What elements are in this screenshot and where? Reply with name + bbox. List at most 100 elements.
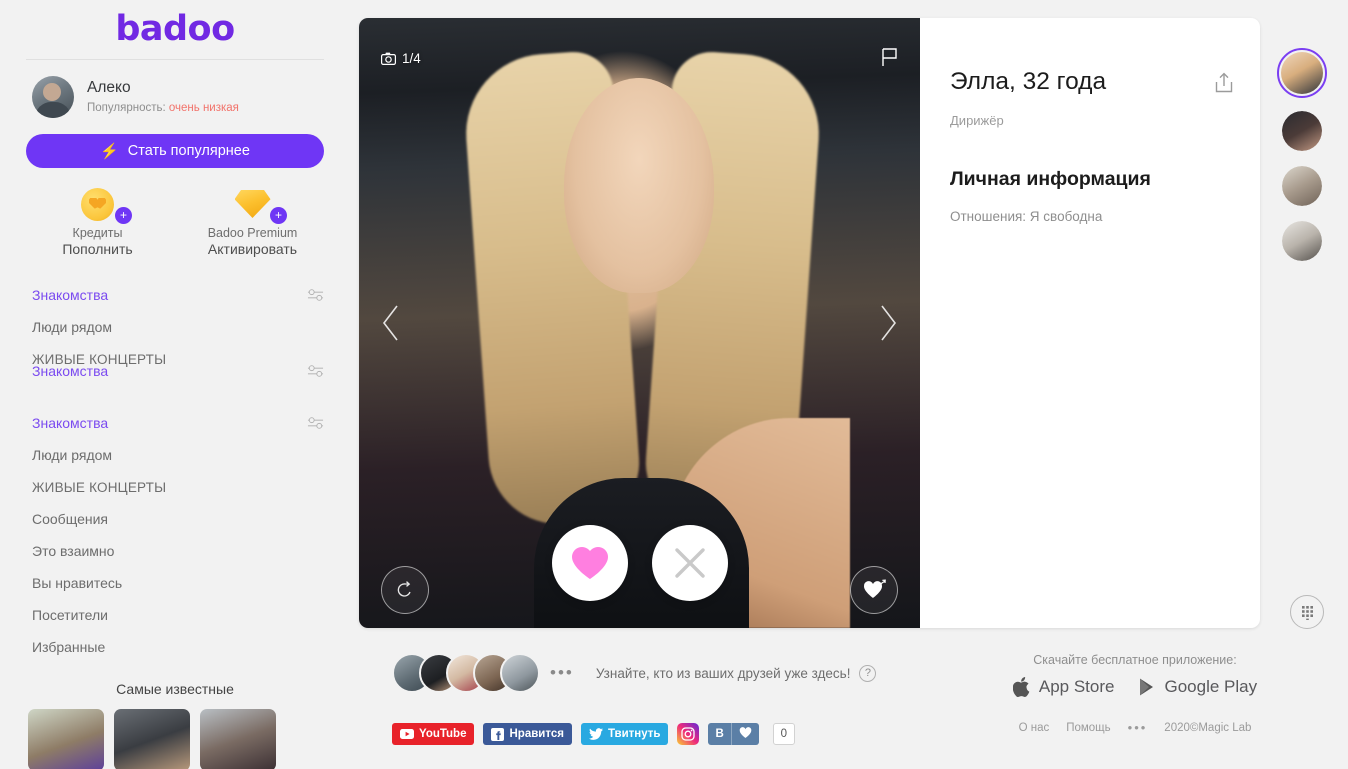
sidebar-item-visitors[interactable]: Посетители [26, 599, 324, 631]
social-buttons: YouTube Нравится Твитнуть В 0 [392, 723, 795, 745]
friend-avatar[interactable] [500, 653, 540, 693]
youtube-icon [400, 729, 414, 739]
sidebar-item-liked-you[interactable]: Вы нравитесь [26, 567, 324, 599]
camera-icon [381, 52, 396, 65]
next-photo-button[interactable] [866, 293, 910, 353]
more-links-dots[interactable]: ••• [1128, 720, 1148, 735]
skip-button[interactable] [651, 525, 728, 601]
help-link[interactable]: Помощь [1066, 722, 1110, 734]
sidebar-item-live-concerts-2[interactable]: ЖИВЫЕ КОНЦЕРТЫ [26, 471, 324, 503]
vk-button[interactable]: В [708, 723, 759, 745]
share-button[interactable] [1214, 72, 1234, 97]
profile-info: Элла, 32 года Дирижёр Личная информация … [920, 18, 1260, 628]
chevron-left-icon [382, 305, 398, 341]
badoo-page: badoo Алеко Популярность: очень низкая ⚡… [0, 0, 1348, 769]
sidebar-item-favourites[interactable]: Избранные [26, 631, 324, 663]
filter-sliders-icon[interactable] [307, 416, 324, 430]
premium-perk[interactable]: + Badoo Premium Активировать [200, 186, 305, 257]
app-download-title: Скачайте бесплатное приложение: [1033, 653, 1237, 667]
famous-thumb[interactable] [28, 709, 104, 769]
friends-more-dots[interactable]: ••• [550, 663, 574, 683]
avatar[interactable] [32, 76, 74, 118]
popularity-line: Популярность: очень низкая [87, 101, 239, 116]
sidebar-item-label: Знакомства [32, 287, 109, 303]
credits-action: Пополнить [62, 241, 133, 257]
become-popular-button[interactable]: ⚡ Стать популярнее [26, 134, 324, 168]
sidebar-item-people-nearby[interactable]: Люди рядом [26, 311, 324, 343]
sidebar-item-dating-ghost[interactable]: Знакомства [26, 355, 324, 377]
instagram-button[interactable] [677, 723, 700, 745]
sidebar-item-dating[interactable]: Знакомства [26, 279, 324, 311]
twitter-label: Твитнуть [607, 728, 661, 740]
sidebar-item-label: Избранные [32, 639, 106, 655]
rail-avatar[interactable] [1280, 109, 1324, 153]
close-icon [674, 548, 705, 578]
sidebar-item-label: Люди рядом [32, 447, 113, 463]
sidebar-item-matches[interactable]: Это взаимно [26, 535, 324, 567]
famous-thumb[interactable] [114, 709, 190, 769]
apple-icon [1012, 677, 1030, 698]
google-play-label: Google Play [1164, 677, 1258, 696]
profile-card: 1/4 Элла, 32 года Дирижёр Личная информа… [359, 18, 1260, 628]
prev-photo-button[interactable] [369, 293, 413, 353]
bolt-icon: ⚡ [100, 142, 119, 160]
famous-thumb[interactable] [200, 709, 276, 769]
current-user-row[interactable]: Алеко Популярность: очень низкая [26, 60, 324, 118]
help-icon[interactable]: ? [859, 664, 877, 682]
right-avatar-rail [1274, 48, 1330, 274]
about-link[interactable]: О нас [1019, 722, 1050, 734]
app-store-link[interactable]: App Store [1012, 676, 1114, 698]
grid-view-button[interactable] [1290, 595, 1324, 629]
like-button[interactable] [551, 525, 628, 601]
sidebar-item-messages[interactable]: Сообщения [26, 503, 324, 535]
sidebar-item-label: Сообщения [32, 511, 108, 527]
sidebar-ghost-clip: Знакомства [26, 355, 324, 377]
sidebar-item-people-nearby-2[interactable]: Люди рядом [26, 439, 324, 471]
badoo-logo[interactable]: badoo [26, 0, 324, 52]
credits-title: Кредиты [72, 226, 123, 240]
profile-photo[interactable]: 1/4 [359, 18, 920, 628]
footer-links: О нас Помощь ••• 2020©Magic Lab [1010, 720, 1260, 735]
twitter-button[interactable]: Твитнуть [580, 723, 669, 745]
plus-badge: + [270, 207, 287, 224]
youtube-button[interactable]: YouTube [392, 723, 475, 745]
sidebar-item-label: Посетители [32, 607, 108, 623]
sidebar-item-label: Это взаимно [32, 543, 115, 559]
friends-avatars[interactable] [392, 653, 540, 693]
rail-avatar-active[interactable] [1277, 48, 1327, 98]
sidebar-item-dating-2[interactable]: Знакомства [26, 407, 324, 439]
sidebar-item-label: Знакомства [32, 415, 109, 431]
popularity-value: очень низкая [168, 101, 239, 114]
facebook-like-button[interactable]: Нравится [483, 723, 572, 745]
app-download-box: Скачайте бесплатное приложение: App Stor… [1010, 653, 1260, 735]
become-popular-label: Стать популярнее [127, 143, 250, 159]
vk-heart-icon [732, 726, 759, 742]
sidebar-nav: Знакомства Люди рядом ЖИВЫЕ КОНЦЕРТЫ Зна… [26, 279, 324, 663]
left-sidebar: badoo Алеко Популярность: очень низкая ⚡… [0, 0, 350, 769]
filter-sliders-icon[interactable] [307, 288, 324, 302]
famous-thumbnails [26, 709, 324, 769]
facebook-icon [491, 727, 505, 741]
store-links: App Store Google Play [1010, 676, 1260, 698]
heart-icon [571, 547, 608, 579]
profile-job: Дирижёр [950, 113, 1004, 128]
sidebar-item-label: Знакомства [32, 363, 109, 377]
photo-counter: 1/4 [381, 51, 421, 66]
sidebar-item-label: Люди рядом [32, 319, 113, 335]
friends-invite-strip: ••• Узнайте, кто из ваших друзей уже зде… [392, 653, 877, 693]
vk-label: В [715, 728, 724, 740]
report-flag-button[interactable] [881, 48, 898, 72]
filter-sliders-icon[interactable] [307, 364, 324, 377]
famous-section-title: Самые известные [116, 681, 234, 697]
rail-avatar[interactable] [1280, 164, 1324, 208]
google-play-link[interactable]: Google Play [1138, 677, 1257, 697]
sidebar-item-label: ЖИВЫЕ КОНЦЕРТЫ [32, 479, 167, 495]
profile-name-age: Элла, 32 года [950, 68, 1107, 95]
premium-action: Активировать [207, 241, 298, 257]
flag-icon [882, 48, 897, 66]
photo-counter-label: 1/4 [402, 51, 421, 66]
sidebar-item-label: Вы нравитесь [32, 575, 123, 591]
twitter-icon [588, 728, 603, 740]
credits-perk[interactable]: + Кредиты Пополнить [45, 186, 150, 257]
rail-avatar[interactable] [1280, 219, 1324, 263]
